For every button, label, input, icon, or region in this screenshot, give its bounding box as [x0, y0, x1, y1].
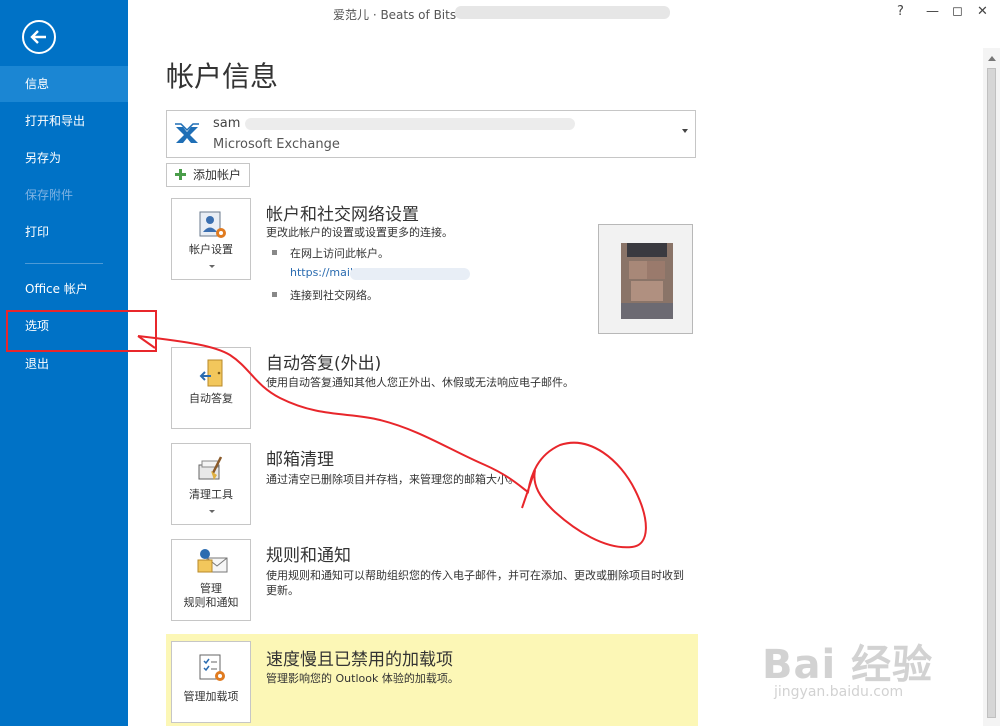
nav-print[interactable]: 打印	[0, 214, 128, 250]
backstage-sidebar: 信息 打开和导出 另存为 保存附件 打印 Office 帐户 选项 退出	[0, 0, 128, 726]
web-access-text: 在网上访问此帐户。	[290, 247, 389, 260]
chevron-down-icon	[209, 265, 215, 268]
plus-icon	[175, 169, 186, 180]
vertical-scrollbar[interactable]	[983, 48, 1000, 726]
annotation-tail	[137, 335, 156, 349]
nav-exit[interactable]: 退出	[0, 346, 128, 382]
cleanup-tools-button[interactable]: 清理工具	[171, 443, 251, 525]
watermark-main: Bai 经验	[762, 642, 934, 688]
account-settings-label: 帐户设置	[189, 243, 233, 256]
exchange-icon	[175, 123, 199, 143]
nav-options[interactable]: 选项	[0, 308, 128, 344]
title-redaction	[455, 6, 670, 19]
nav-save-attachments: 保存附件	[25, 188, 74, 202]
account-name: sam	[213, 116, 241, 131]
scroll-thumb[interactable]	[987, 68, 996, 718]
rules-icon	[197, 549, 228, 573]
account-redaction	[245, 118, 575, 130]
red-annotation	[6, 310, 647, 549]
cleanup-title: 邮箱清理	[266, 450, 334, 470]
cleanup-tools-icon	[198, 456, 223, 480]
profile-photo[interactable]	[598, 224, 693, 334]
chevron-down-icon	[682, 129, 688, 133]
addins-icon	[199, 654, 225, 681]
baidu-watermark: Bai 经验 jingyan.baidu.com	[762, 632, 982, 712]
account-settings-title: 帐户和社交网络设置	[266, 205, 419, 225]
nav-open-export[interactable]: 打开和导出	[0, 103, 128, 139]
back-arrow-icon	[30, 30, 46, 44]
nav-info[interactable]: 信息	[0, 66, 128, 102]
account-type: Microsoft Exchange	[213, 137, 340, 152]
account-settings-icon	[199, 211, 226, 238]
page-title: 帐户信息	[166, 60, 279, 93]
social-network-link[interactable]: 连接到社交网络。	[290, 287, 378, 303]
link-redaction	[350, 268, 470, 280]
rules-title: 规则和通知	[266, 546, 351, 566]
cleanup-desc: 通过清空已删除项目并存档，来管理您的邮箱大小。	[266, 473, 519, 486]
manage-rules-button[interactable]: 管理 规则和通知	[171, 539, 251, 621]
bullet-icon	[272, 250, 277, 255]
auto-reply-icon	[199, 359, 223, 387]
add-account-label: 添加帐户	[193, 168, 242, 182]
auto-reply-desc: 使用自动答复通知其他人您正外出、休假或无法响应电子邮件。	[266, 376, 574, 389]
auto-reply-button[interactable]: 自动答复	[171, 347, 251, 429]
addins-desc: 管理影响您的 Outlook 体验的加载项。	[266, 672, 459, 685]
nav-office-account[interactable]: Office 帐户	[0, 271, 128, 307]
manage-rules-label-1: 管理	[200, 582, 222, 595]
auto-reply-label: 自动答复	[189, 392, 233, 405]
bullet-icon	[272, 292, 277, 297]
manage-addins-label: 管理加载项	[183, 690, 239, 703]
scroll-up-icon[interactable]	[988, 56, 996, 61]
account-settings-button[interactable]: 帐户设置	[171, 198, 251, 280]
back-button[interactable]	[22, 20, 56, 54]
close-button[interactable]: ✕	[977, 4, 988, 19]
chevron-down-icon	[209, 510, 215, 513]
add-account-button[interactable]: 添加帐户	[166, 163, 250, 187]
manage-rules-label-2: 规则和通知	[183, 596, 239, 609]
rules-desc: 使用规则和通知可以帮助组织您的传入电子邮件，并可在添加、更改或删除项目时收到更新…	[266, 569, 684, 597]
auto-reply-title: 自动答复(外出)	[266, 354, 382, 374]
restore-button[interactable]: ◻	[952, 4, 963, 19]
cleanup-tools-label: 清理工具	[189, 488, 233, 501]
window-title: 爱范儿 · Beats of Bits -	[333, 8, 465, 22]
help-button[interactable]: ?	[897, 4, 904, 19]
manage-addins-button[interactable]: 管理加载项	[171, 641, 251, 723]
account-selector[interactable]: sam Microsoft Exchange	[166, 110, 696, 158]
nav-save-as[interactable]: 另存为	[0, 140, 128, 176]
nav-divider	[25, 263, 103, 264]
addins-title: 速度慢且已禁用的加载项	[266, 650, 453, 670]
minimize-button[interactable]: —	[926, 4, 939, 19]
watermark-sub: jingyan.baidu.com	[774, 684, 904, 700]
